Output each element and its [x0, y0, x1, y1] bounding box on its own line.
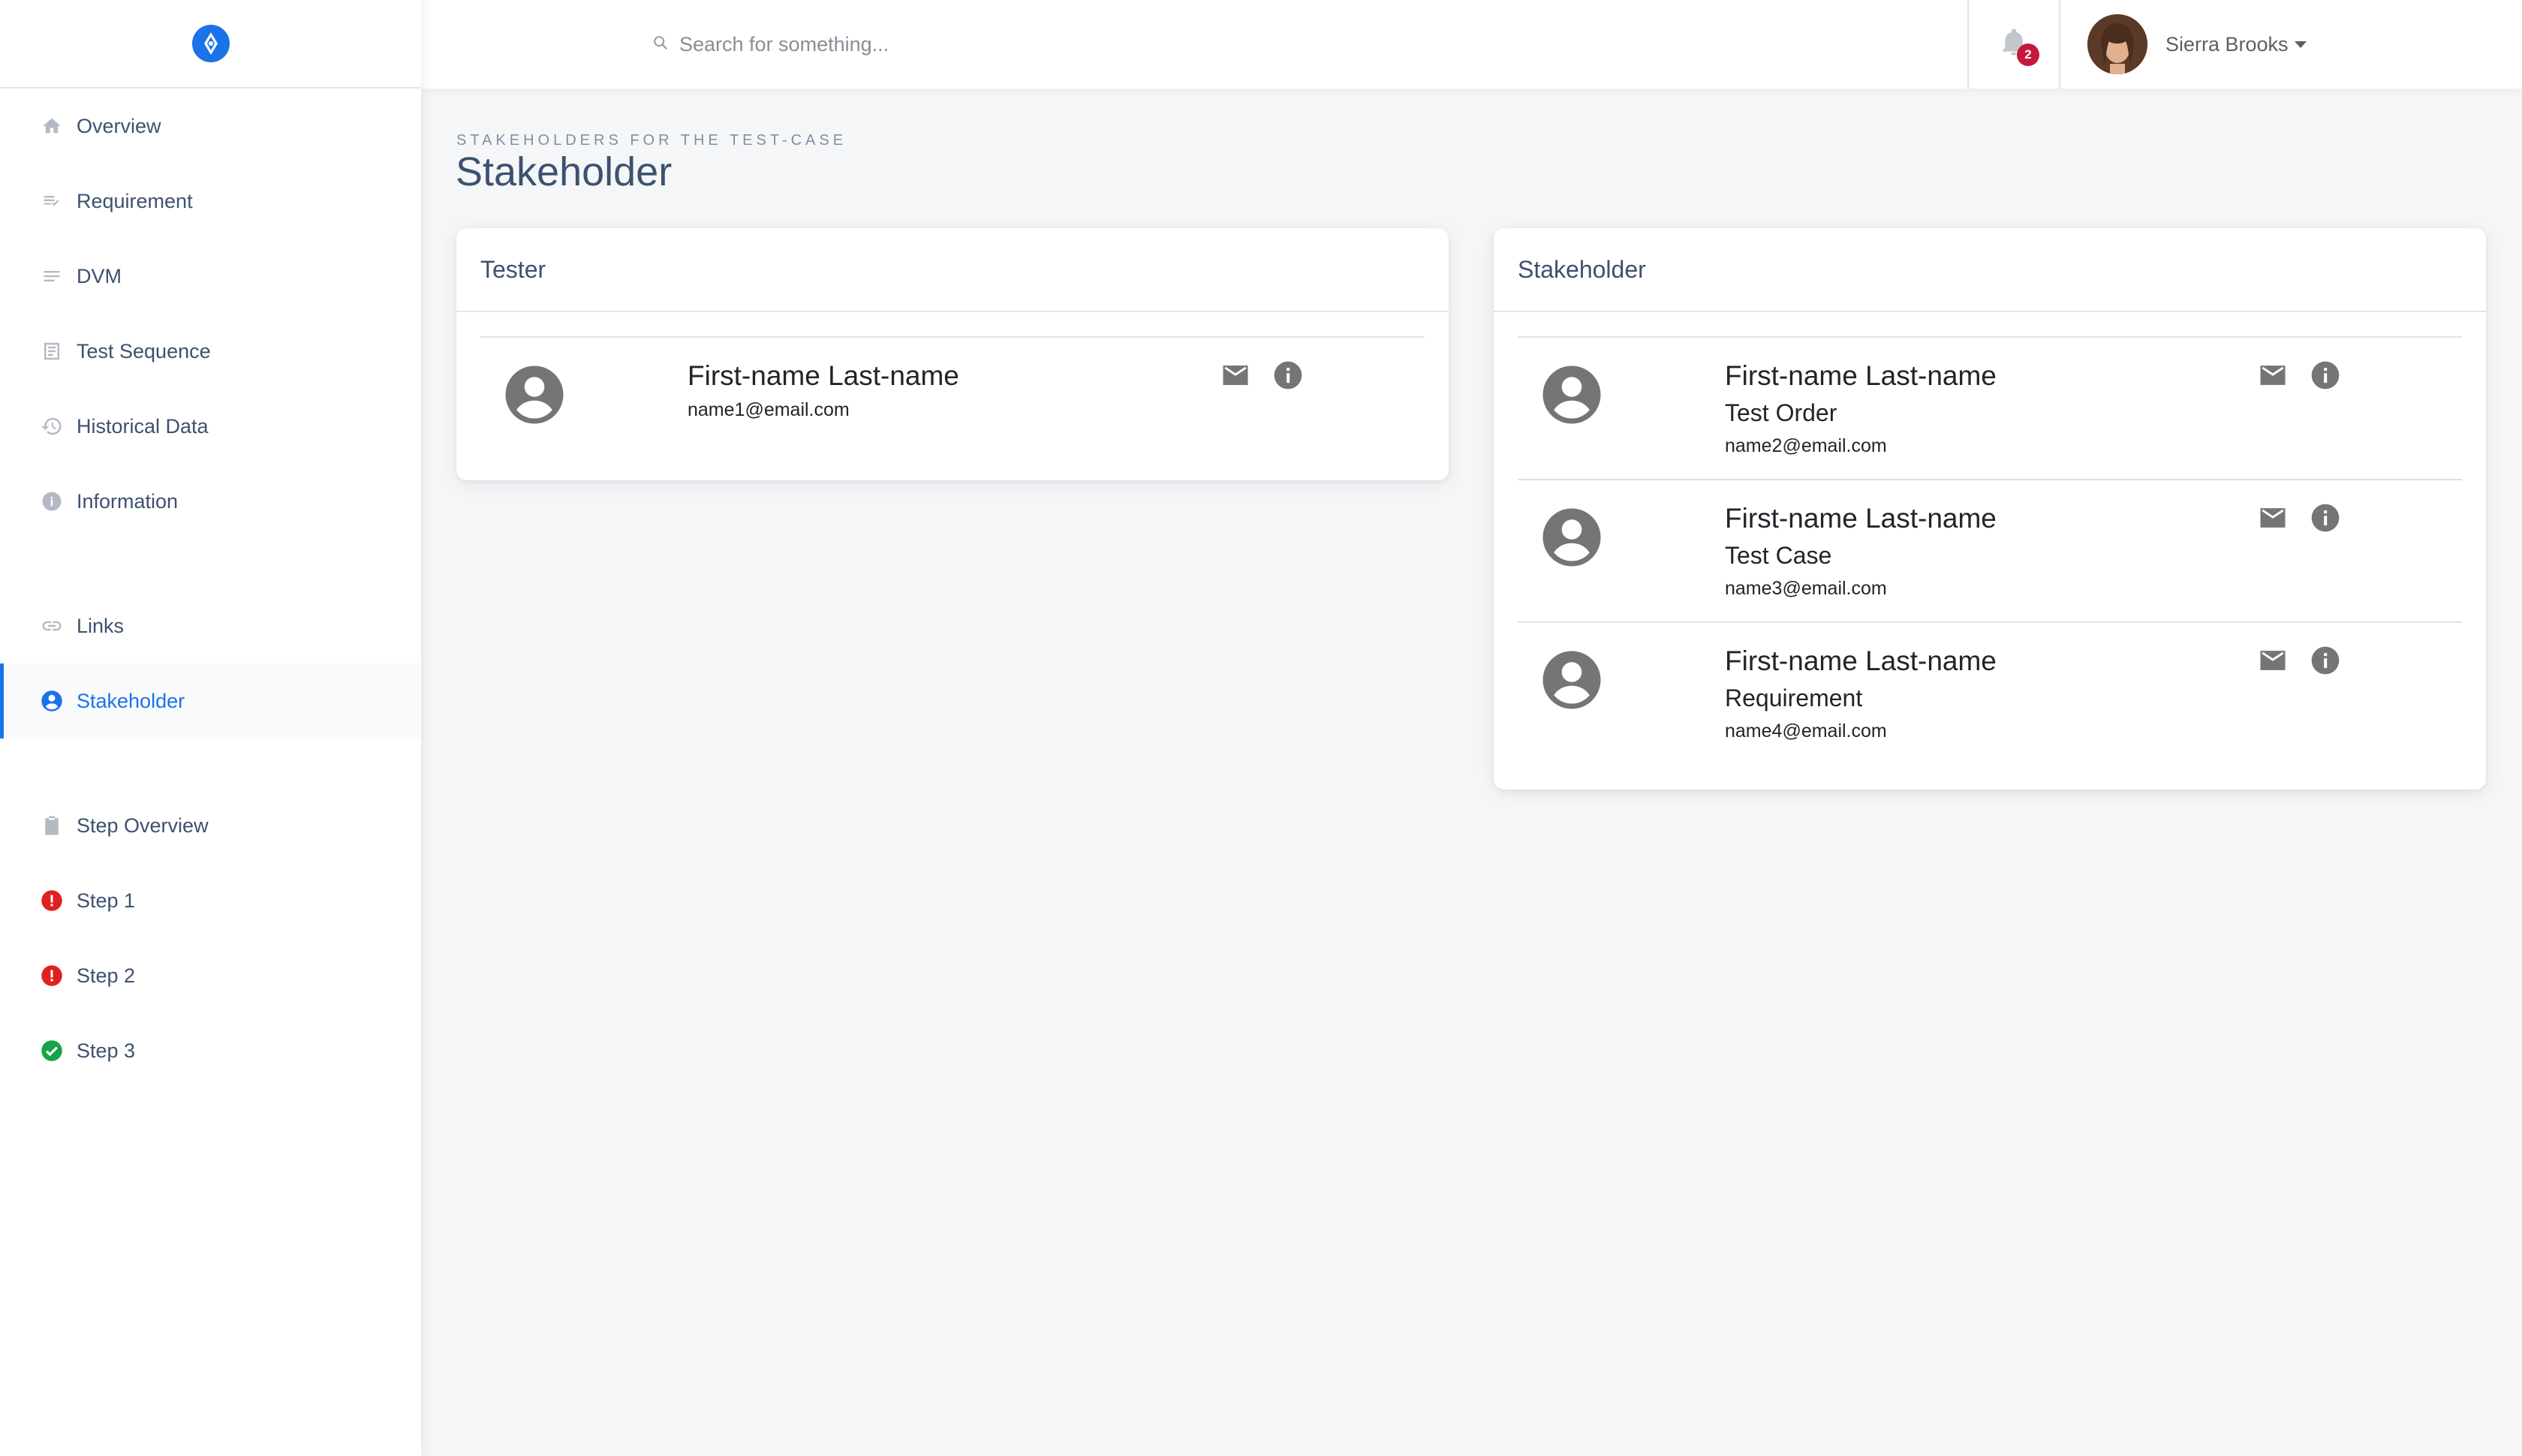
app: Overview Requirement DVM Test Sequence H…: [0, 0, 2522, 1456]
search-bar[interactable]: [652, 32, 1967, 56]
person-role: Requirement: [1725, 684, 1863, 711]
account-circle-icon: [39, 688, 65, 714]
stakeholder-card: Stakeholder First-name Last-name Test Or…: [1494, 228, 2486, 790]
account-circle-icon: [1540, 506, 1603, 573]
brand: [0, 0, 421, 89]
main-content: Stakeholders for the test-case Stakehold…: [421, 89, 2522, 1456]
card-body: First-name Last-name Test Order name2@em…: [1494, 312, 2486, 764]
sidebar-item-label: Stakeholder: [77, 689, 185, 712]
notifications-button[interactable]: 2: [1969, 0, 2059, 89]
user-menu[interactable]: Sierra Brooks: [2060, 0, 2522, 89]
nav-spacer: [0, 539, 421, 588]
list-item: First-name Last-name Requirement name4@e…: [1518, 621, 2462, 764]
page-subtitle: Stakeholders for the test-case: [456, 132, 847, 149]
info-icon[interactable]: [2309, 501, 2342, 538]
nav-spacer: [0, 739, 421, 788]
sidebar-item-step-2[interactable]: Step 2: [0, 938, 421, 1013]
person-email: name4@email.com: [1725, 720, 1887, 742]
sidebar-item-test-sequence[interactable]: Test Sequence: [0, 314, 421, 389]
list-item: First-name Last-name Test Case name3@ema…: [1518, 479, 2462, 621]
sidebar-item-step-overview[interactable]: Step Overview: [0, 788, 421, 863]
top-header: 2 Sierra Brooks: [421, 0, 2522, 89]
card-title: Tester: [456, 228, 1449, 312]
mail-icon[interactable]: [2256, 359, 2289, 396]
person-name: First-name Last-name: [1725, 360, 1997, 391]
sidebar-item-links[interactable]: Links: [0, 588, 421, 663]
sidebar-item-label: Test Sequence: [77, 339, 211, 362]
account-circle-icon: [1540, 648, 1603, 715]
card-body: First-name Last-name name1@email.com: [456, 312, 1449, 479]
sidebar-item-stakeholder[interactable]: Stakeholder: [0, 663, 421, 739]
person-role: Test Order: [1725, 399, 1837, 426]
sidebar-item-overview[interactable]: Overview: [0, 89, 421, 164]
info-icon[interactable]: [2309, 644, 2342, 681]
sidebar-item-label: Links: [77, 614, 125, 637]
link-icon: [39, 613, 65, 639]
info-icon[interactable]: [1272, 359, 1305, 396]
sidebar-item-label: Historical Data: [77, 414, 209, 438]
account-circle-icon: [503, 363, 566, 430]
lines-icon: [39, 263, 65, 289]
clipboard-icon: [39, 813, 65, 838]
sidebar-item-label: DVM: [77, 264, 122, 287]
check-circle-icon: [39, 1038, 65, 1063]
sidebar-item-label: Step 2: [77, 964, 136, 987]
sidebar: Overview Requirement DVM Test Sequence H…: [0, 0, 421, 1456]
sidebar-item-historical-data[interactable]: Historical Data: [0, 389, 421, 464]
person-name: First-name Last-name: [688, 360, 959, 391]
sidebar-item-requirement[interactable]: Requirement: [0, 164, 421, 239]
card-title: Stakeholder: [1494, 228, 2486, 312]
document-icon: [39, 338, 65, 364]
search-input[interactable]: [679, 32, 1355, 56]
sidebar-item-information[interactable]: Information: [0, 464, 421, 539]
page-title: Stakeholder: [456, 149, 673, 194]
mail-icon[interactable]: [2256, 501, 2289, 538]
mail-icon[interactable]: [1219, 359, 1252, 396]
sidebar-item-label: Step Overview: [77, 814, 209, 837]
error-icon: [39, 963, 65, 988]
list-item: First-name Last-name Test Order name2@em…: [1518, 336, 2462, 479]
sidebar-item-step-3[interactable]: Step 3: [0, 1013, 421, 1088]
list-item: First-name Last-name name1@email.com: [480, 336, 1425, 479]
account-circle-icon: [1540, 363, 1603, 430]
mail-icon[interactable]: [2256, 644, 2289, 681]
sidebar-item-label: Step 3: [77, 1039, 136, 1062]
sidebar-item-label: Overview: [77, 114, 161, 137]
compass-logo-icon[interactable]: [191, 25, 230, 62]
person-email: name1@email.com: [688, 399, 850, 420]
list-check-icon: [39, 188, 65, 214]
person-email: name3@email.com: [1725, 578, 1887, 599]
home-icon: [39, 113, 65, 139]
user-name: Sierra Brooks: [2165, 32, 2289, 56]
error-icon: [39, 888, 65, 913]
info-icon: [39, 489, 65, 514]
caret-down-icon: [2294, 41, 2307, 48]
info-icon[interactable]: [2309, 359, 2342, 396]
sidebar-nav: Overview Requirement DVM Test Sequence H…: [0, 89, 421, 1088]
sidebar-item-label: Information: [77, 489, 179, 513]
person-name: First-name Last-name: [1725, 503, 1997, 534]
notification-count-badge: 2: [2017, 44, 2039, 66]
tester-card: Tester First-name Last-name name1@email.…: [456, 228, 1449, 480]
sidebar-item-label: Requirement: [77, 189, 193, 212]
person-email: name2@email.com: [1725, 435, 1887, 456]
sidebar-item-dvm[interactable]: DVM: [0, 239, 421, 314]
avatar: [2087, 14, 2147, 74]
person-role: Test Case: [1725, 542, 1832, 569]
history-icon: [39, 414, 65, 439]
sidebar-item-label: Step 1: [77, 889, 136, 912]
person-name: First-name Last-name: [1725, 645, 1997, 676]
search-icon: [652, 35, 669, 55]
sidebar-item-step-1[interactable]: Step 1: [0, 863, 421, 938]
